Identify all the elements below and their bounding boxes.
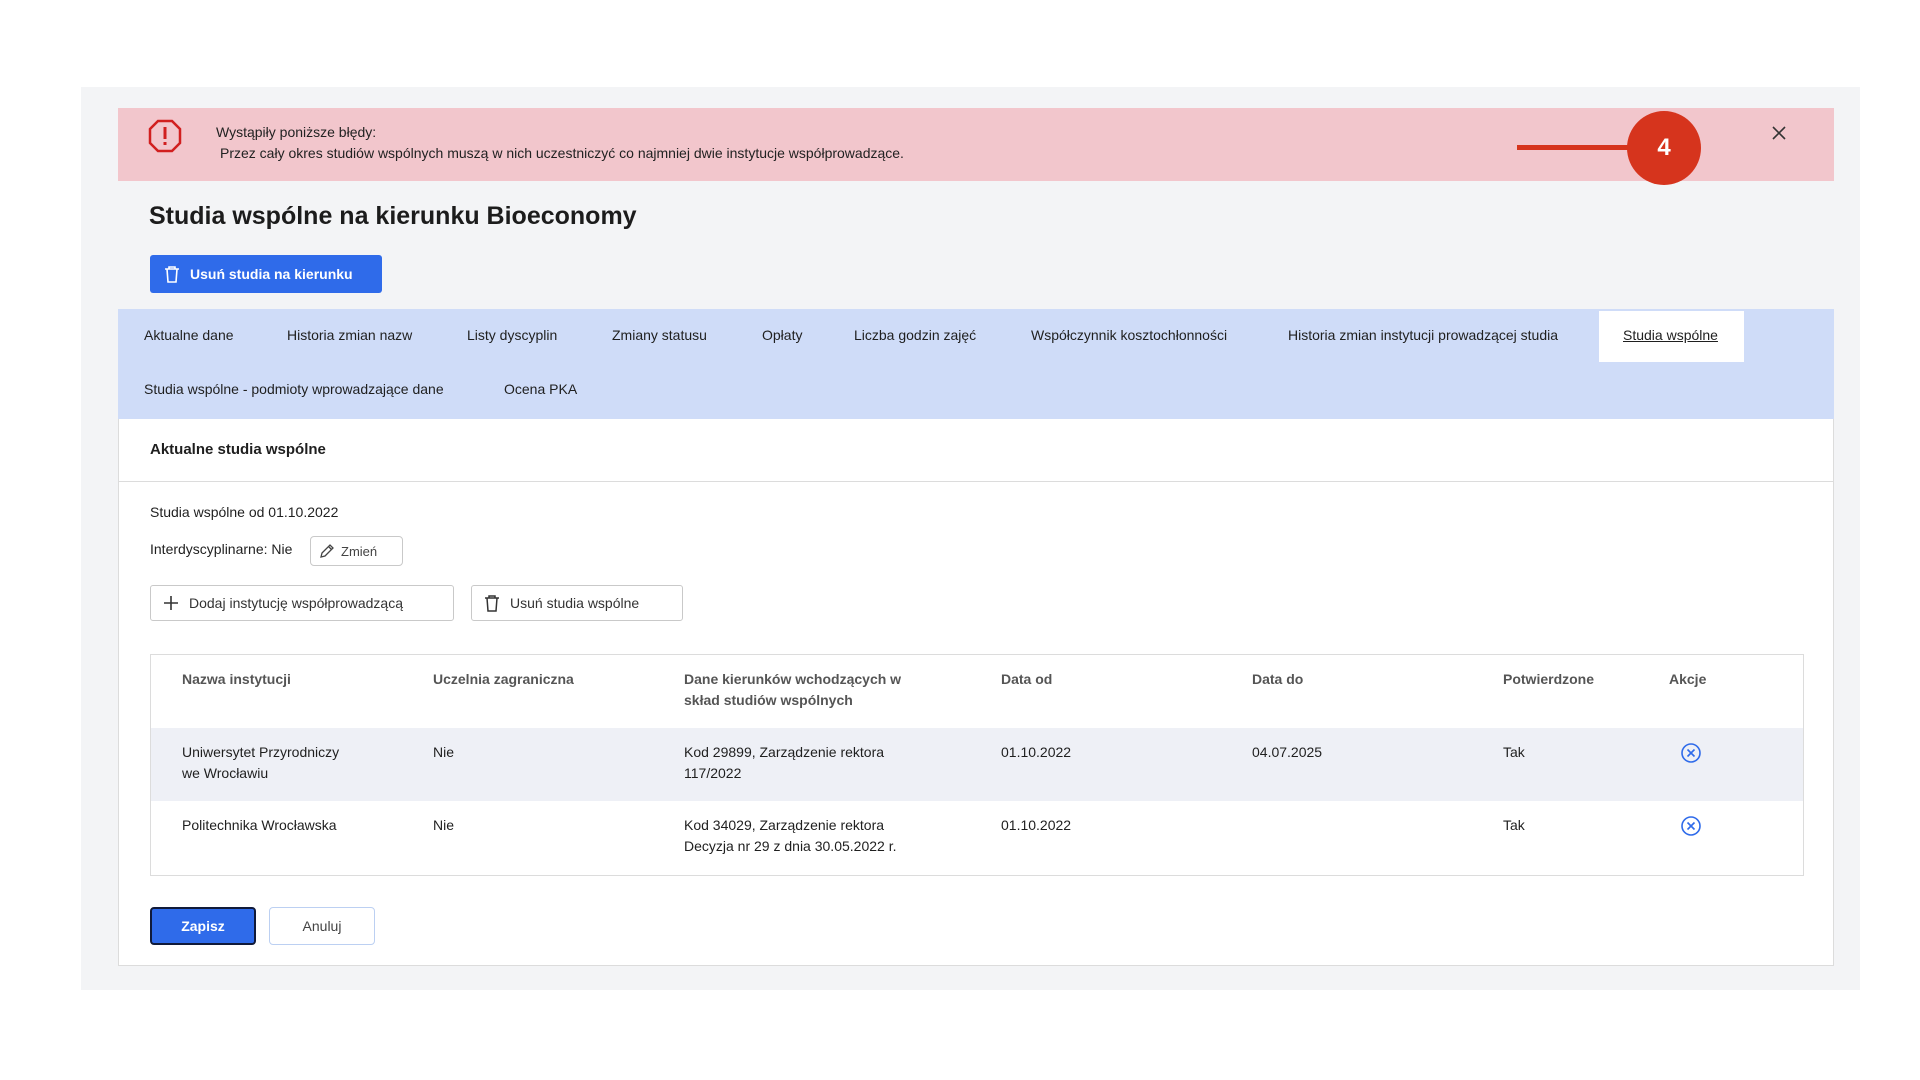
- callout-badge: 4: [1627, 111, 1701, 185]
- change-interdisciplinary-button[interactable]: Zmień: [310, 536, 403, 566]
- cell-institution-name: Politechnika Wrocławska: [182, 817, 337, 833]
- header-field-data-line1: Dane kierunków wchodzących w: [684, 671, 902, 687]
- cancel-button[interactable]: Anuluj: [269, 907, 375, 945]
- remove-circle-icon[interactable]: [1680, 742, 1702, 764]
- cell-date-from: 01.10.2022: [1001, 817, 1072, 833]
- change-label: Zmień: [341, 543, 378, 559]
- cell-text: Kod 34029, Zarządzenie rektora: [684, 817, 885, 833]
- tab-pka-evaluation[interactable]: Ocena PKA: [504, 381, 577, 397]
- joint-studies-since: Studia wspólne od 01.10.2022: [150, 504, 339, 520]
- close-icon[interactable]: [1769, 123, 1789, 143]
- cell-text: Decyzja nr 29 z dnia 30.05.2022 r.: [684, 838, 897, 854]
- error-title: Wystąpiły poniższe błędy:: [216, 124, 377, 140]
- cell-confirmed: Tak: [1503, 744, 1525, 760]
- table-header: Nazwa instytucji Uczelnia zagraniczna Da…: [151, 655, 1803, 729]
- plus-icon: [164, 596, 178, 610]
- tab-cost-coefficient[interactable]: Współczynnik kosztochłonności: [1031, 327, 1227, 343]
- tab-bar: Aktualne dane Historia zmian nazw Listy …: [118, 309, 1834, 419]
- institutions-table: Nazwa instytucji Uczelnia zagraniczna Da…: [150, 654, 1804, 876]
- tab-joint-studies-label: Studia wspólne: [1623, 327, 1718, 343]
- tab-status-changes[interactable]: Zmiany statusu: [612, 327, 707, 343]
- header-institution-name: Nazwa instytucji: [182, 671, 291, 687]
- header-date-from: Data od: [1001, 671, 1053, 687]
- tab-institution-history[interactable]: Historia zmian instytucji prowadzącej st…: [1288, 327, 1558, 343]
- cell-text: Kod 29899, Zarządzenie rektora: [684, 744, 885, 760]
- cell-field-data: Kod 34029, Zarządzenie rektora Decyzja n…: [684, 815, 896, 857]
- cell-foreign: Nie: [433, 817, 455, 833]
- delete-field-studies-label: Usuń studia na kierunku: [190, 266, 353, 282]
- header-field-data: Dane kierunków wchodzących w skład studi…: [684, 669, 901, 711]
- tab-joint-studies[interactable]: Studia wspólne: [1599, 311, 1744, 362]
- page-title: Studia wspólne na kierunku Bioeconomy: [149, 202, 637, 230]
- table-row: Politechnika Wrocławska Nie Kod 34029, Z…: [151, 801, 1803, 875]
- tab-current-data[interactable]: Aktualne dane: [144, 327, 234, 343]
- cell-confirmed: Tak: [1503, 817, 1525, 833]
- pencil-icon: [320, 544, 334, 558]
- trash-icon: [165, 266, 179, 283]
- header-confirmed: Potwierdzone: [1503, 671, 1595, 687]
- add-coinstitution-button[interactable]: Dodaj instytucję współprowadzącą: [150, 585, 454, 621]
- cell-date-to: 04.07.2025: [1252, 744, 1323, 760]
- tab-joint-studies-entities[interactable]: Studia wspólne - podmioty wprowadzające …: [144, 381, 444, 397]
- add-coinstitution-label: Dodaj instytucję współprowadzącą: [189, 595, 403, 611]
- card-header: Aktualne studia wspólne: [119, 419, 1833, 482]
- table-row: Uniwersytet Przyrodniczy we Wrocławiu Ni…: [151, 728, 1803, 801]
- interdisciplinary-status: Interdyscyplinarne: Nie: [150, 541, 293, 557]
- save-button[interactable]: Zapisz: [150, 907, 256, 945]
- cell-text: we Wrocławiu: [182, 765, 269, 781]
- alert-octagon-icon: [148, 119, 182, 153]
- tab-discipline-lists[interactable]: Listy dyscyplin: [467, 327, 557, 343]
- joint-studies-card: Aktualne studia wspólne Studia wspólne o…: [118, 419, 1834, 966]
- remove-joint-studies-label: Usuń studia wspólne: [510, 595, 640, 611]
- callout-line: [1517, 145, 1637, 150]
- header-date-to: Data do: [1252, 671, 1304, 687]
- header-field-data-line2: skład studiów wspólnych: [684, 692, 853, 708]
- cell-field-data: Kod 29899, Zarządzenie rektora 117/2022: [684, 742, 884, 784]
- cell-foreign: Nie: [433, 744, 455, 760]
- section-title: Aktualne studia wspólne: [150, 441, 326, 458]
- delete-field-studies-button[interactable]: Usuń studia na kierunku: [150, 255, 382, 293]
- cell-institution-name: Uniwersytet Przyrodniczy we Wrocławiu: [182, 742, 339, 784]
- tab-fees[interactable]: Opłaty: [762, 327, 802, 343]
- remove-circle-icon[interactable]: [1680, 815, 1702, 837]
- tab-class-hours[interactable]: Liczba godzin zajęć: [854, 327, 976, 343]
- error-message: Przez cały okres studiów wspólnych muszą…: [220, 145, 904, 161]
- remove-joint-studies-button[interactable]: Usuń studia wspólne: [471, 585, 683, 621]
- header-foreign-university: Uczelnia zagraniczna: [433, 671, 574, 687]
- cell-text: Uniwersytet Przyrodniczy: [182, 744, 340, 760]
- cell-text: 117/2022: [684, 765, 742, 781]
- tab-name-history[interactable]: Historia zmian nazw: [287, 327, 412, 343]
- header-actions: Akcje: [1669, 671, 1707, 687]
- cell-date-from: 01.10.2022: [1001, 744, 1072, 760]
- trash-icon: [485, 595, 499, 612]
